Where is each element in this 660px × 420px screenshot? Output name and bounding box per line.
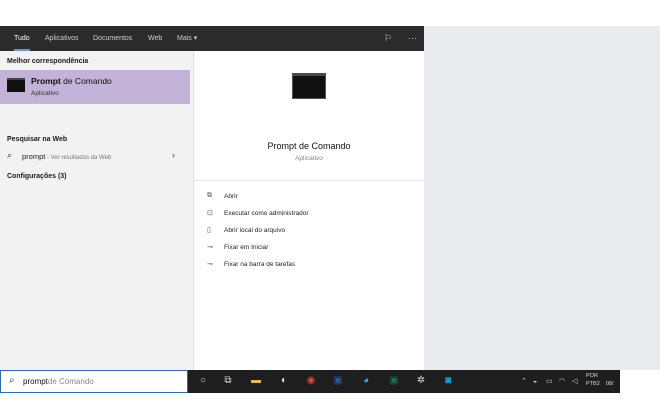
desktop-background: [424, 26, 660, 370]
page-bottom-margin: [0, 393, 660, 420]
excel-icon[interactable]: ▣: [387, 374, 401, 388]
more-options-icon[interactable]: ···: [408, 26, 417, 51]
app-icon[interactable]: ◐: [277, 374, 291, 388]
tab-tudo[interactable]: Tudo: [14, 26, 30, 51]
action-abrir[interactable]: ⧉ Abrir: [207, 192, 238, 204]
divider: [194, 180, 424, 181]
search-autocomplete: de Comando: [47, 377, 94, 386]
settings-gear-icon[interactable]: ✲: [414, 374, 428, 388]
cortana-icon[interactable]: ○: [196, 374, 210, 388]
battery-icon[interactable]: ▭: [546, 370, 553, 393]
settings-header[interactable]: Configurações (3): [7, 173, 67, 180]
command-prompt-icon: [7, 78, 25, 92]
skype-icon[interactable]: ◙: [441, 374, 455, 388]
open-icon: ⧉: [207, 192, 212, 199]
file-explorer-icon[interactable]: ▬: [249, 374, 263, 388]
web-search-header: Pesquisar na Web: [7, 136, 68, 143]
tab-documentos[interactable]: Documentos: [93, 26, 132, 51]
word-icon[interactable]: ▣: [331, 374, 345, 388]
command-prompt-large-icon: [292, 73, 326, 99]
pin-taskbar-icon: ⊸: [207, 261, 213, 268]
web-result-item[interactable]: ⌕ prompt - Ver resultados da Web ›: [0, 149, 190, 165]
best-match-subtitle: Aplicativo: [31, 90, 59, 97]
best-match-item[interactable]: Prompt de Comando Aplicativo: [0, 70, 190, 104]
action-fixar-iniciar[interactable]: ⊸ Fixar em Iniciar: [207, 243, 268, 255]
chevron-right-icon[interactable]: ›: [172, 150, 175, 160]
search-icon: ⌕: [7, 150, 13, 160]
best-match-header: Melhor correspondência: [7, 58, 89, 65]
preview-title: Prompt de Comando: [267, 141, 351, 151]
best-match-title: Prompt de Comando: [31, 76, 112, 86]
tab-mais[interactable]: Mais ▾: [177, 26, 197, 51]
file-location-icon: ▯: [207, 227, 211, 234]
tab-aplicativos[interactable]: Aplicativos: [45, 26, 78, 51]
search-panel: Tudo Aplicativos Documentos Web Mais ▾ ⚐…: [0, 26, 424, 370]
chrome-icon[interactable]: ◉: [304, 374, 318, 388]
pin-start-icon: ⊸: [207, 244, 213, 251]
language-indicator[interactable]: POR PTB2: [586, 372, 600, 388]
tray-app-icon[interactable]: ◒: [533, 370, 537, 393]
task-view-icon[interactable]: ⧉: [221, 374, 235, 388]
action-fixar-barra[interactable]: ⊸ Fixar na barra de tarefas: [207, 260, 295, 272]
preview-subtitle: Aplicativo: [295, 155, 323, 162]
run-as-admin-icon: ⊡: [207, 210, 213, 217]
search-icon: ⌕: [9, 375, 15, 386]
filter-tabs-bar: Tudo Aplicativos Documentos Web Mais ▾ ⚐…: [0, 26, 424, 51]
web-query: prompt: [22, 152, 46, 161]
tray-chevron-up-icon[interactable]: ⌃: [521, 370, 527, 393]
search-typed-text: prompt: [23, 377, 48, 386]
taskbar-search-box[interactable]: ⌕ promptde Comando: [0, 370, 188, 393]
action-abrir-local[interactable]: ▯ Abrir local do arquivo: [207, 226, 285, 238]
action-executar-admin[interactable]: ⊡ Executar como administrador: [207, 209, 309, 221]
volume-icon[interactable]: ◁: [572, 370, 577, 393]
network-icon[interactable]: ◠: [559, 370, 565, 393]
web-hint: - Ver resultados da Web: [45, 155, 112, 161]
tab-web[interactable]: Web: [148, 26, 162, 51]
clock-date[interactable]: 08/: [606, 380, 614, 388]
results-list: Melhor correspondência Prompt de Comando…: [0, 51, 194, 370]
feedback-icon[interactable]: ⚐: [384, 26, 392, 51]
preview-pane: Prompt de Comando Aplicativo ⧉ Abrir ⊡ E…: [194, 51, 424, 370]
edge-icon[interactable]: ◕: [359, 374, 373, 388]
taskbar: ⌕ promptde Comando ○ ⧉ ▬ ◐ ◉ ▣ ◕ ▣ ✲ ◙ ⌃…: [0, 370, 620, 393]
